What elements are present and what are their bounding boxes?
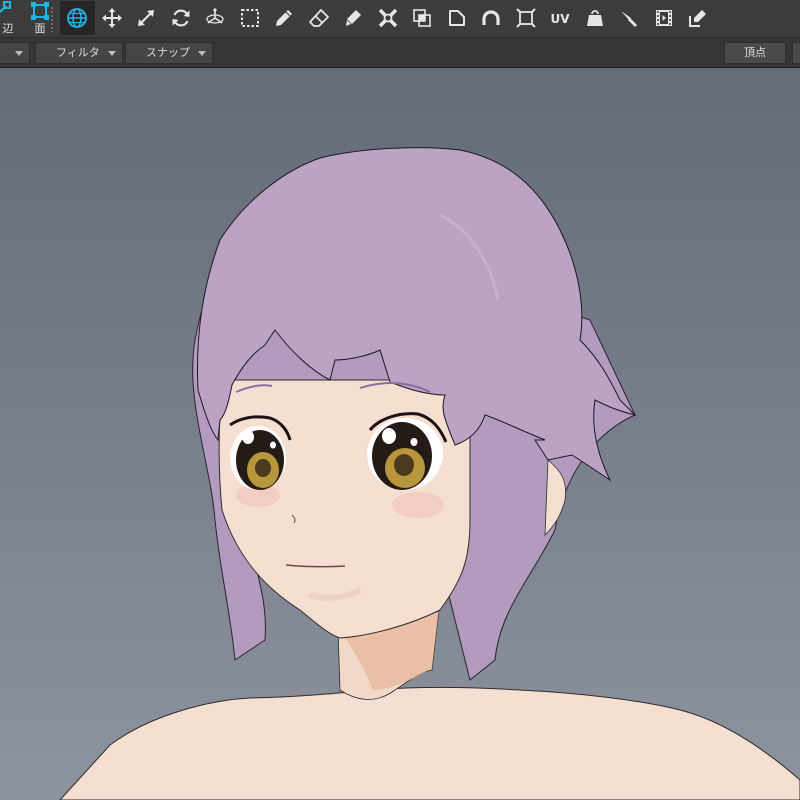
filter-label: フィルタ [56, 46, 100, 59]
gizmo-tool-button[interactable] [198, 1, 233, 35]
snap-label: スナップ [146, 46, 190, 59]
arc-tool-button[interactable] [474, 1, 509, 35]
knife-tool-button[interactable] [612, 1, 647, 35]
edge-select-button[interactable]: 辺 [0, 0, 14, 38]
bevel-tool-button[interactable] [440, 1, 475, 35]
toolbar-grip[interactable] [50, 6, 54, 32]
selection-mode-group: 辺 面 [0, 0, 49, 38]
brush-icon [346, 10, 362, 26]
frame-icon [516, 8, 536, 28]
options-bar: フィルタ スナップ 頂点 [0, 38, 800, 68]
rotate-icon [172, 9, 190, 27]
rotate-tool-button[interactable] [164, 1, 199, 35]
filter-dropdown[interactable]: フィルタ [35, 42, 123, 64]
edge-select-label: 辺 [2, 22, 14, 35]
overlap-icon [413, 9, 432, 27]
face-select-button[interactable]: 面 [28, 0, 52, 38]
chevron-down-icon [15, 51, 23, 56]
3d-viewport[interactable] [0, 68, 800, 800]
globe-icon [67, 8, 88, 28]
eraser-tool-button[interactable] [302, 1, 337, 35]
toolbar-edge-button[interactable] [792, 42, 800, 64]
globe-tool-button[interactable] [60, 1, 95, 35]
snap-dropdown[interactable]: スナップ [125, 42, 213, 64]
brush-tool-button[interactable] [336, 1, 371, 35]
main-toolbar: 辺 面 UV [0, 0, 800, 38]
face-select-icon [31, 2, 49, 20]
uv-tool-button[interactable]: UV [543, 1, 578, 35]
edit-tool-button[interactable] [681, 1, 716, 35]
overlap-tool-button[interactable] [405, 1, 440, 35]
knife-icon [621, 11, 638, 27]
uv-icon-text: UV [551, 12, 571, 26]
film-tool-button[interactable] [647, 1, 682, 35]
move-tool-button[interactable] [95, 1, 130, 35]
vertex-button[interactable]: 頂点 [724, 42, 786, 64]
chevron-down-icon [108, 51, 116, 56]
pencil-icon [276, 10, 293, 26]
rect-select-tool-button[interactable] [233, 1, 268, 35]
move-icon [101, 8, 122, 28]
edit-icon [689, 10, 707, 27]
right-cheek-blush [392, 492, 444, 518]
bevel-icon [448, 10, 465, 26]
weight-icon [586, 10, 603, 26]
gizmo-icon [206, 8, 224, 24]
pencil-tool-button[interactable] [267, 1, 302, 35]
arc-icon [482, 10, 500, 25]
rect-select-icon [240, 9, 259, 27]
uv-icon: UV [551, 12, 571, 26]
edge-select-icon [0, 1, 11, 14]
character-model [59, 147, 800, 800]
frame-tool-button[interactable] [509, 1, 544, 35]
vertex-cross-icon [378, 8, 397, 28]
weight-tool-button[interactable] [578, 1, 613, 35]
eraser-icon [308, 9, 329, 27]
chevron-down-icon [198, 51, 206, 56]
vertex-cross-tool-button[interactable] [371, 1, 406, 35]
mode-dropdown[interactable] [0, 42, 30, 64]
body [59, 686, 800, 800]
scale-icon [138, 10, 155, 26]
scale-tool-button[interactable] [129, 1, 164, 35]
modeling-app: 辺 面 UV フィルタ スナップ 頂点 [0, 0, 800, 800]
face-select-label: 面 [34, 22, 46, 35]
tool-buttons: UV [60, 1, 716, 35]
film-icon [655, 10, 672, 26]
